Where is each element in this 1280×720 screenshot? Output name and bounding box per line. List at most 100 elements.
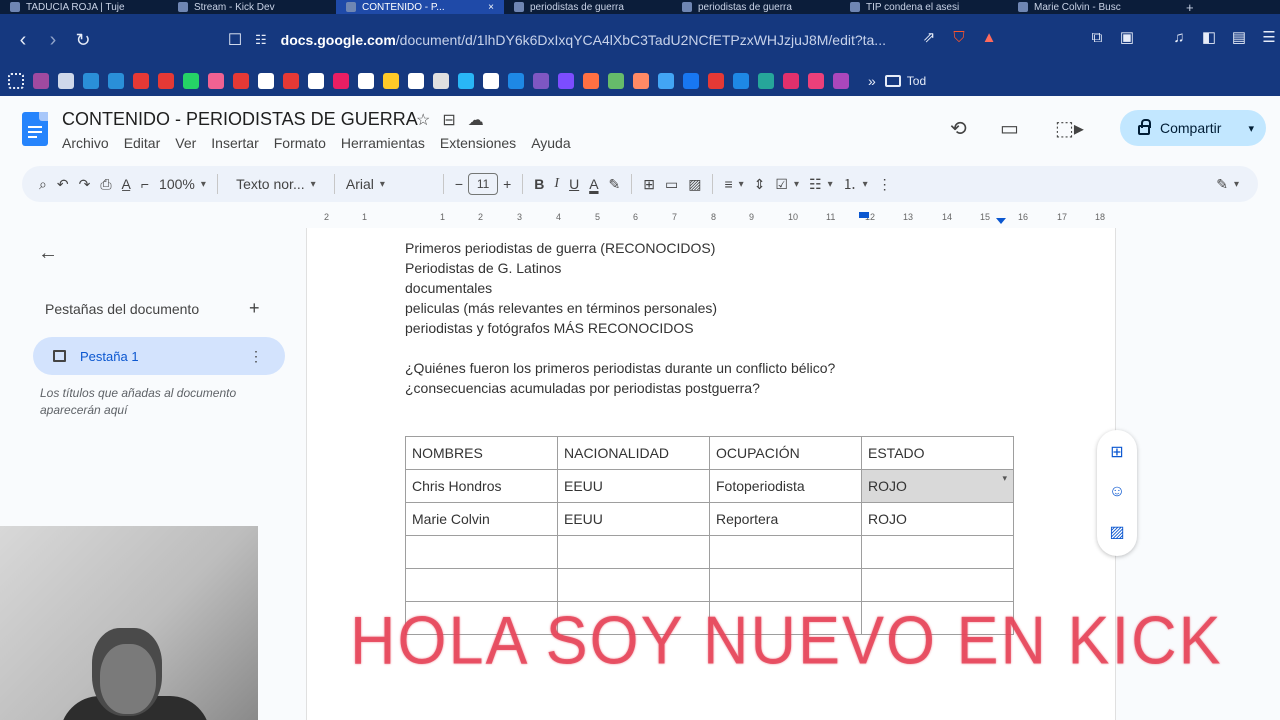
align-icon[interactable]: ≡ <box>719 170 748 198</box>
document-line[interactable]: ¿Quiénes fueron los primeros periodistas… <box>405 360 835 376</box>
browser-tab[interactable]: CONTENIDO - P... × <box>336 0 504 14</box>
undo-icon[interactable]: ↶ <box>52 170 74 198</box>
profile-icon[interactable]: ▤ <box>1228 26 1250 48</box>
bookmark-favicon-icon[interactable] <box>708 73 724 89</box>
style-select[interactable]: Texto nor... <box>224 170 328 198</box>
add-tab-icon[interactable]: + <box>249 298 260 319</box>
table-header-cell[interactable]: OCUPACIÓN <box>709 436 862 470</box>
table-cell[interactable] <box>405 568 558 602</box>
history-icon[interactable]: ⟲ <box>950 116 967 141</box>
docs-logo-icon[interactable] <box>22 112 48 146</box>
table-cell[interactable]: Reportera <box>709 502 862 536</box>
menu-item[interactable]: Insertar <box>211 135 258 151</box>
browser-tab[interactable]: Marie Colvin - Busc <box>1008 0 1176 14</box>
bookmark-favicon-icon[interactable] <box>733 73 749 89</box>
bookmark-favicon-icon[interactable] <box>208 73 224 89</box>
new-tab-icon[interactable]: + <box>1176 0 1204 14</box>
table-cell[interactable] <box>861 535 1014 569</box>
table-header-cell[interactable]: ESTADO <box>861 436 1014 470</box>
bookmark-favicon-icon[interactable] <box>58 73 74 89</box>
bookmark-favicon-icon[interactable] <box>483 73 499 89</box>
tab-options-icon[interactable]: ⋮ <box>249 348 263 365</box>
table-cell[interactable]: Chris Hondros <box>405 469 558 503</box>
table-cell[interactable]: EEUU <box>557 469 710 503</box>
bookmark-favicon-icon[interactable] <box>508 73 524 89</box>
add-comment-icon[interactable]: ⊞ <box>1107 442 1127 462</box>
emoji-reaction-icon[interactable]: ☺ <box>1107 482 1127 502</box>
bookmark-favicon-icon[interactable] <box>158 73 174 89</box>
menu-icon[interactable]: ☰ <box>1258 26 1280 48</box>
menu-item[interactable]: Archivo <box>62 135 109 151</box>
star-icon[interactable]: ☆ <box>416 110 430 130</box>
bookmark-favicon-icon[interactable] <box>808 73 824 89</box>
more-bookmarks-icon[interactable]: » <box>868 73 876 89</box>
share-button[interactable]: Compartir ▾ <box>1120 110 1266 146</box>
spellcheck-icon[interactable]: A̲ <box>117 170 136 198</box>
table-cell[interactable]: Marie Colvin <box>405 502 558 536</box>
table-cell[interactable] <box>861 568 1014 602</box>
decrease-font-size-icon[interactable]: − <box>450 170 468 198</box>
document-line[interactable]: ¿consecuencias acumuladas por periodista… <box>405 380 760 396</box>
reload-icon[interactable]: ↻ <box>68 25 98 55</box>
bookmark-favicon-icon[interactable] <box>283 73 299 89</box>
table-cell[interactable] <box>709 535 862 569</box>
bookmark-favicon-icon[interactable] <box>608 73 624 89</box>
back-arrow-icon[interactable]: ← <box>38 242 58 265</box>
document-tab-1[interactable]: Pestaña 1 ⋮ <box>33 337 285 375</box>
browser-tab[interactable]: TIP condena el asesi <box>840 0 1008 14</box>
bookmark-favicon-icon[interactable] <box>558 73 574 89</box>
bookmark-favicon-icon[interactable] <box>133 73 149 89</box>
font-size-input[interactable]: 11 <box>468 173 499 195</box>
underline-icon[interactable]: U <box>564 170 584 198</box>
bookmark-icon[interactable]: ☐ <box>220 25 250 55</box>
bookmark-favicon-icon[interactable] <box>33 73 49 89</box>
media-icon[interactable]: ♫ <box>1168 26 1190 48</box>
bookmark-favicon-icon[interactable] <box>433 73 449 89</box>
brave-rewards-icon[interactable]: ▲ <box>978 26 1000 48</box>
table-cell[interactable] <box>405 535 558 569</box>
menu-item[interactable]: Herramientas <box>341 135 425 151</box>
brave-shield-icon[interactable]: ⛉ <box>948 26 970 48</box>
all-bookmarks-folder[interactable]: Tod <box>884 74 926 88</box>
table-cell[interactable]: EEUU <box>557 502 710 536</box>
menu-item[interactable]: Formato <box>274 135 326 151</box>
bookmark-favicon-icon[interactable] <box>583 73 599 89</box>
document-line[interactable]: Periodistas de G. Latinos <box>405 260 561 276</box>
italic-icon[interactable]: I <box>549 170 564 198</box>
wallet-icon[interactable]: ▣ <box>1116 26 1138 48</box>
zoom-select[interactable]: 100% <box>154 170 211 198</box>
print-icon[interactable]: ⎙ <box>95 170 116 198</box>
document-line[interactable]: periodistas y fotógrafos MÁS RECONOCIDOS <box>405 320 694 336</box>
checklist-icon[interactable]: ☑ <box>770 170 804 198</box>
insert-comment-icon[interactable]: ▭ <box>660 170 683 198</box>
text-color-icon[interactable]: A <box>584 170 603 198</box>
first-line-indent-marker[interactable] <box>859 212 869 218</box>
table-cell[interactable] <box>557 535 710 569</box>
font-select[interactable]: Arial <box>341 170 437 198</box>
bookmark-favicon-icon[interactable] <box>108 73 124 89</box>
increase-font-size-icon[interactable]: + <box>498 170 516 198</box>
back-icon[interactable]: ‹ <box>8 25 38 55</box>
bookmark-favicon-icon[interactable] <box>333 73 349 89</box>
extensions-icon[interactable]: ⧉ <box>1086 26 1108 48</box>
bookmark-favicon-icon[interactable] <box>408 73 424 89</box>
document-line[interactable]: Primeros periodistas de guerra (RECONOCI… <box>405 240 715 256</box>
bookmark-favicon-icon[interactable] <box>833 73 849 89</box>
bookmark-favicon-icon[interactable] <box>308 73 324 89</box>
table-cell[interactable] <box>709 568 862 602</box>
document-line[interactable]: peliculas (más relevantes en términos pe… <box>405 300 717 316</box>
search-menus-icon[interactable]: ⌕ <box>34 170 52 198</box>
insert-image-icon[interactable]: ▨ <box>683 170 706 198</box>
bookmark-favicon-icon[interactable] <box>358 73 374 89</box>
cloud-saved-icon[interactable]: ☁ <box>468 110 484 130</box>
document-title[interactable]: CONTENIDO - PERIODISTAS DE GUERRA <box>62 109 418 130</box>
bookmark-favicon-icon[interactable] <box>783 73 799 89</box>
sidebar-icon[interactable]: ◧ <box>1198 26 1220 48</box>
bulleted-list-icon[interactable]: ☷ <box>804 170 838 198</box>
bookmark-favicon-icon[interactable] <box>458 73 474 89</box>
table-cell[interactable]: ROJO <box>861 502 1014 536</box>
bookmark-favicon-icon[interactable] <box>258 73 274 89</box>
bookmark-favicon-icon[interactable] <box>83 73 99 89</box>
highlight-icon[interactable]: ✎ <box>604 170 626 198</box>
share-dropdown-icon[interactable]: ▾ <box>1248 122 1254 135</box>
